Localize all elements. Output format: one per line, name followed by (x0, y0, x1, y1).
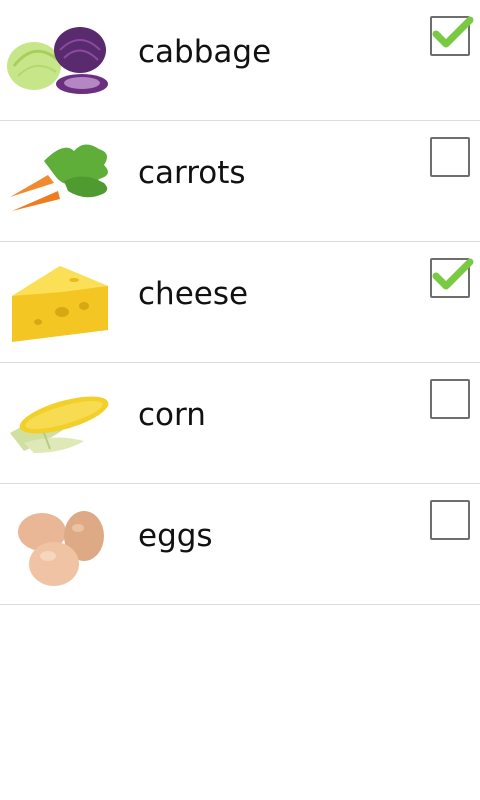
list-item-eggs[interactable]: eggs (0, 484, 480, 605)
item-label: cabbage (138, 34, 272, 70)
eggs-image (4, 494, 116, 594)
list-item-cabbage[interactable]: cabbage (0, 0, 480, 121)
list-item-carrots[interactable]: carrots (0, 121, 480, 242)
item-label: eggs (138, 518, 213, 554)
corn-image (4, 373, 116, 473)
list-item-corn[interactable]: corn (0, 363, 480, 484)
checkbox[interactable] (430, 500, 470, 540)
checkmark-icon (432, 16, 474, 48)
cheese-image (4, 252, 116, 352)
checkbox[interactable] (430, 258, 474, 298)
checkbox[interactable] (430, 16, 474, 56)
item-label: corn (138, 397, 206, 433)
grocery-list: cabbage carrots cheese corn eggs (0, 0, 480, 605)
checkbox[interactable] (430, 137, 470, 177)
list-item-cheese[interactable]: cheese (0, 242, 480, 363)
checkbox[interactable] (430, 379, 470, 419)
cabbage-image (4, 10, 116, 110)
checkmark-icon (432, 258, 474, 290)
carrots-image (4, 131, 116, 231)
item-label: cheese (138, 276, 249, 312)
item-label: carrots (138, 155, 246, 191)
